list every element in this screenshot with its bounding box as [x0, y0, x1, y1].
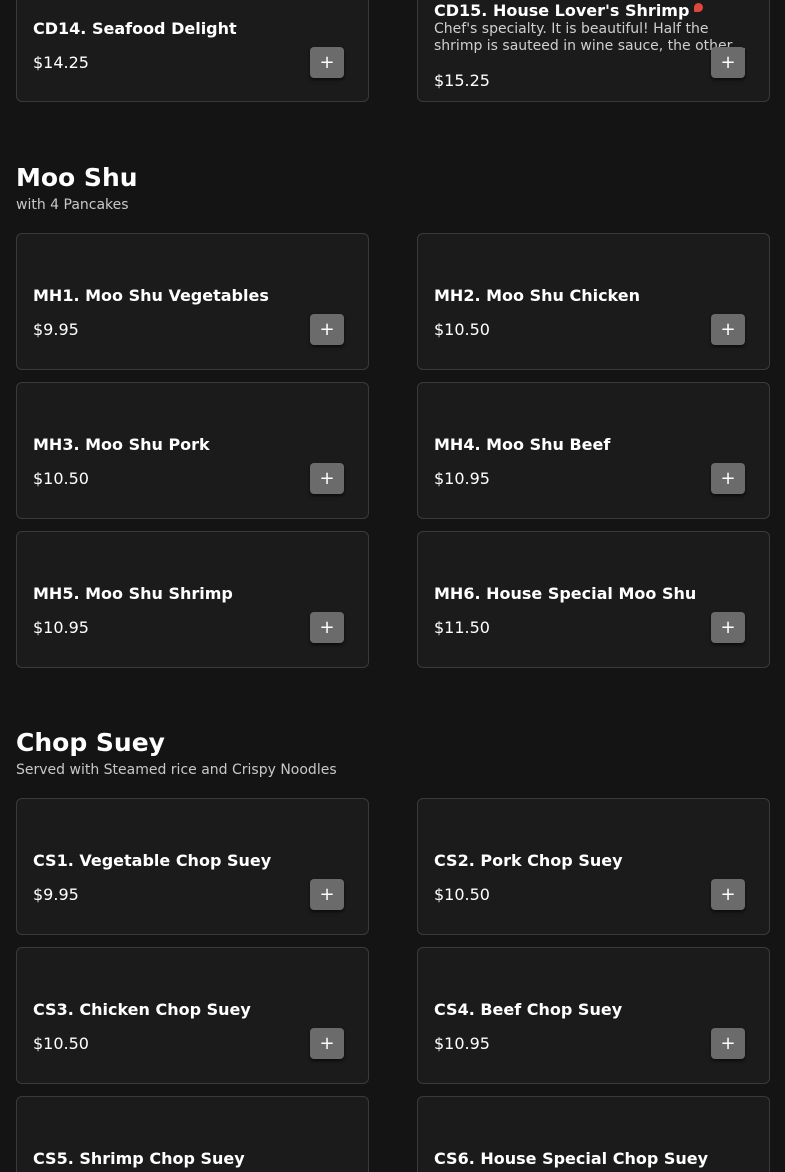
- item-name: CS6. House Special Chop Suey: [434, 1149, 709, 1168]
- item-name: CD14. Seafood Delight: [33, 19, 237, 38]
- item-name: MH5. Moo Shu Shrimp: [33, 584, 233, 603]
- add-to-cart-button[interactable]: +: [310, 612, 344, 643]
- item-price: $11.50: [434, 618, 490, 637]
- item-price: $10.50: [33, 469, 89, 488]
- item-name: CS2. Pork Chop Suey: [434, 851, 623, 870]
- add-to-cart-button[interactable]: +: [711, 314, 745, 345]
- item-name: MH3. Moo Shu Pork: [33, 435, 210, 454]
- menu-item-card[interactable]: MH3. Moo Shu Pork $10.50 +: [16, 382, 369, 519]
- menu-item-card[interactable]: CS6. House Special Chop Suey: [417, 1096, 770, 1172]
- add-to-cart-button[interactable]: +: [711, 879, 745, 910]
- shrimp-icon: [694, 3, 704, 12]
- item-price: $10.95: [434, 1034, 490, 1053]
- item-name: CS4. Beef Chop Suey: [434, 1000, 623, 1019]
- menu-item-card[interactable]: MH2. Moo Shu Chicken $10.50 +: [417, 233, 770, 370]
- menu-item-card[interactable]: CS2. Pork Chop Suey $10.50 +: [417, 798, 770, 935]
- item-price: $9.95: [33, 885, 79, 904]
- item-price: $9.95: [33, 320, 79, 339]
- menu-item-card[interactable]: MH1. Moo Shu Vegetables $9.95 +: [16, 233, 369, 370]
- section-subtitle-chop-suey: Served with Steamed rice and Crispy Nood…: [16, 762, 337, 778]
- item-name-text: CD15. House Lover's Shrimp: [434, 1, 690, 20]
- add-to-cart-button[interactable]: +: [711, 463, 745, 494]
- add-to-cart-button[interactable]: +: [310, 314, 344, 345]
- menu-item-card[interactable]: MH6. House Special Moo Shu $11.50 +: [417, 531, 770, 668]
- item-price: $10.50: [434, 320, 490, 339]
- item-price: $10.50: [434, 885, 490, 904]
- item-name: CS5. Shrimp Chop Suey: [33, 1149, 245, 1168]
- add-to-cart-button[interactable]: +: [310, 879, 344, 910]
- menu-item-card[interactable]: CD14. Seafood Delight $14.25 +: [16, 0, 369, 102]
- section-subtitle-moo-shu: with 4 Pancakes: [16, 197, 129, 213]
- add-to-cart-button[interactable]: +: [711, 612, 745, 643]
- item-name: CS3. Chicken Chop Suey: [33, 1000, 251, 1019]
- menu-item-card[interactable]: CS4. Beef Chop Suey $10.95 +: [417, 947, 770, 1084]
- menu-item-card[interactable]: CS1. Vegetable Chop Suey $9.95 +: [16, 798, 369, 935]
- section-title-chop-suey: Chop Suey: [16, 728, 165, 757]
- menu-item-card[interactable]: CS3. Chicken Chop Suey $10.50 +: [16, 947, 369, 1084]
- add-to-cart-button[interactable]: +: [711, 1028, 745, 1059]
- add-to-cart-button[interactable]: +: [310, 1028, 344, 1059]
- menu-item-card[interactable]: MH5. Moo Shu Shrimp $10.95 +: [16, 531, 369, 668]
- add-to-cart-button[interactable]: +: [711, 47, 745, 78]
- item-price: $10.95: [434, 469, 490, 488]
- item-price: $14.25: [33, 53, 89, 72]
- item-name: MH6. House Special Moo Shu: [434, 584, 697, 603]
- item-price: $15.25: [434, 71, 490, 90]
- add-to-cart-button[interactable]: +: [310, 463, 344, 494]
- item-description: Chef's specialty. It is beautiful! Half …: [434, 21, 733, 54]
- item-price: $10.50: [33, 1034, 89, 1053]
- menu-item-card[interactable]: CD15. House Lover's Shrimp Chef's specia…: [417, 0, 770, 102]
- item-name: MH1. Moo Shu Vegetables: [33, 286, 269, 305]
- section-title-moo-shu: Moo Shu: [16, 163, 138, 192]
- add-to-cart-button[interactable]: +: [310, 47, 344, 78]
- menu-item-card[interactable]: CS5. Shrimp Chop Suey: [16, 1096, 369, 1172]
- item-name: MH2. Moo Shu Chicken: [434, 286, 640, 305]
- item-name: CS1. Vegetable Chop Suey: [33, 851, 272, 870]
- item-price: $10.95: [33, 618, 89, 637]
- item-name: CD15. House Lover's Shrimp: [434, 1, 704, 20]
- item-name: MH4. Moo Shu Beef: [434, 435, 611, 454]
- menu-item-card[interactable]: MH4. Moo Shu Beef $10.95 +: [417, 382, 770, 519]
